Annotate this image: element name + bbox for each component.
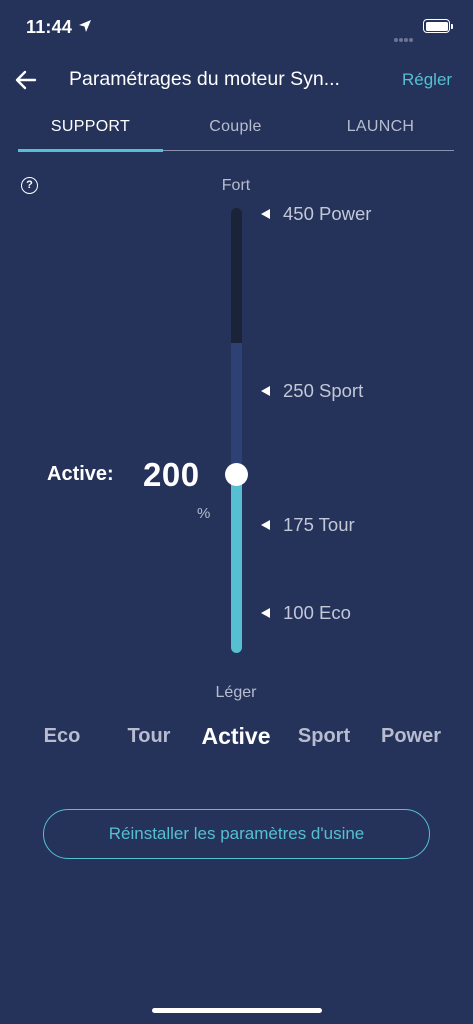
marker-power: 450 Power	[261, 202, 371, 226]
mode-eco[interactable]: Eco	[18, 725, 106, 748]
mode-active[interactable]: Active	[192, 723, 280, 750]
back-button[interactable]	[12, 66, 40, 94]
screen: 11:44 Paramétrages du moteur Syn... Régl…	[0, 0, 473, 1024]
marker-triangle-icon	[261, 386, 270, 396]
slider-track-mid-segment	[231, 343, 242, 478]
tab-support[interactable]: SUPPORT	[18, 110, 163, 152]
marker-sport: 250 Sport	[261, 379, 363, 403]
marker-triangle-icon	[261, 608, 270, 618]
mode-power[interactable]: Power	[367, 725, 455, 748]
reset-factory-settings-button[interactable]: Réinstaller les paramètres d'usine	[43, 809, 430, 859]
signal-dots-icon	[394, 29, 414, 47]
mode-tour[interactable]: Tour	[105, 725, 193, 748]
status-time: 11:44	[26, 17, 73, 37]
slider-thumb[interactable]	[225, 463, 248, 486]
marker-label: 100 Eco	[283, 602, 351, 623]
question-circle-icon[interactable]: ?	[21, 177, 38, 194]
marker-label: 250 Sport	[283, 380, 364, 401]
home-indicator[interactable]	[152, 1008, 322, 1013]
arrow-left-icon	[15, 70, 37, 90]
tab-bar: SUPPORT Couple LAUNCH	[18, 110, 454, 152]
mode-sport[interactable]: Sport	[280, 725, 368, 748]
current-mode-label: Active:	[47, 463, 114, 485]
marker-triangle-icon	[261, 520, 270, 530]
marker-tour: 175 Tour	[261, 513, 355, 537]
mode-selector: Eco Tour Active Sport Power	[18, 723, 455, 757]
slider-top-label: Fort	[221, 177, 251, 194]
tab-launch[interactable]: LAUNCH	[308, 110, 453, 150]
current-value: 200	[143, 456, 200, 493]
slider-bottom-label: Léger	[215, 684, 257, 701]
support-slider-track[interactable]	[231, 208, 242, 653]
marker-eco: 100 Eco	[261, 601, 351, 625]
marker-label: 450 Power	[283, 203, 372, 224]
current-unit: %	[197, 505, 211, 522]
slider-track-fill	[231, 475, 242, 653]
battery-icon	[423, 19, 453, 33]
marker-triangle-icon	[261, 209, 270, 219]
tab-couple[interactable]: Couple	[163, 110, 308, 150]
adjust-button[interactable]: Régler	[402, 70, 452, 90]
marker-label: 175 Tour	[283, 514, 355, 535]
location-arrow-icon	[79, 20, 91, 32]
page-title: Paramétrages du moteur Syn...	[69, 68, 340, 90]
